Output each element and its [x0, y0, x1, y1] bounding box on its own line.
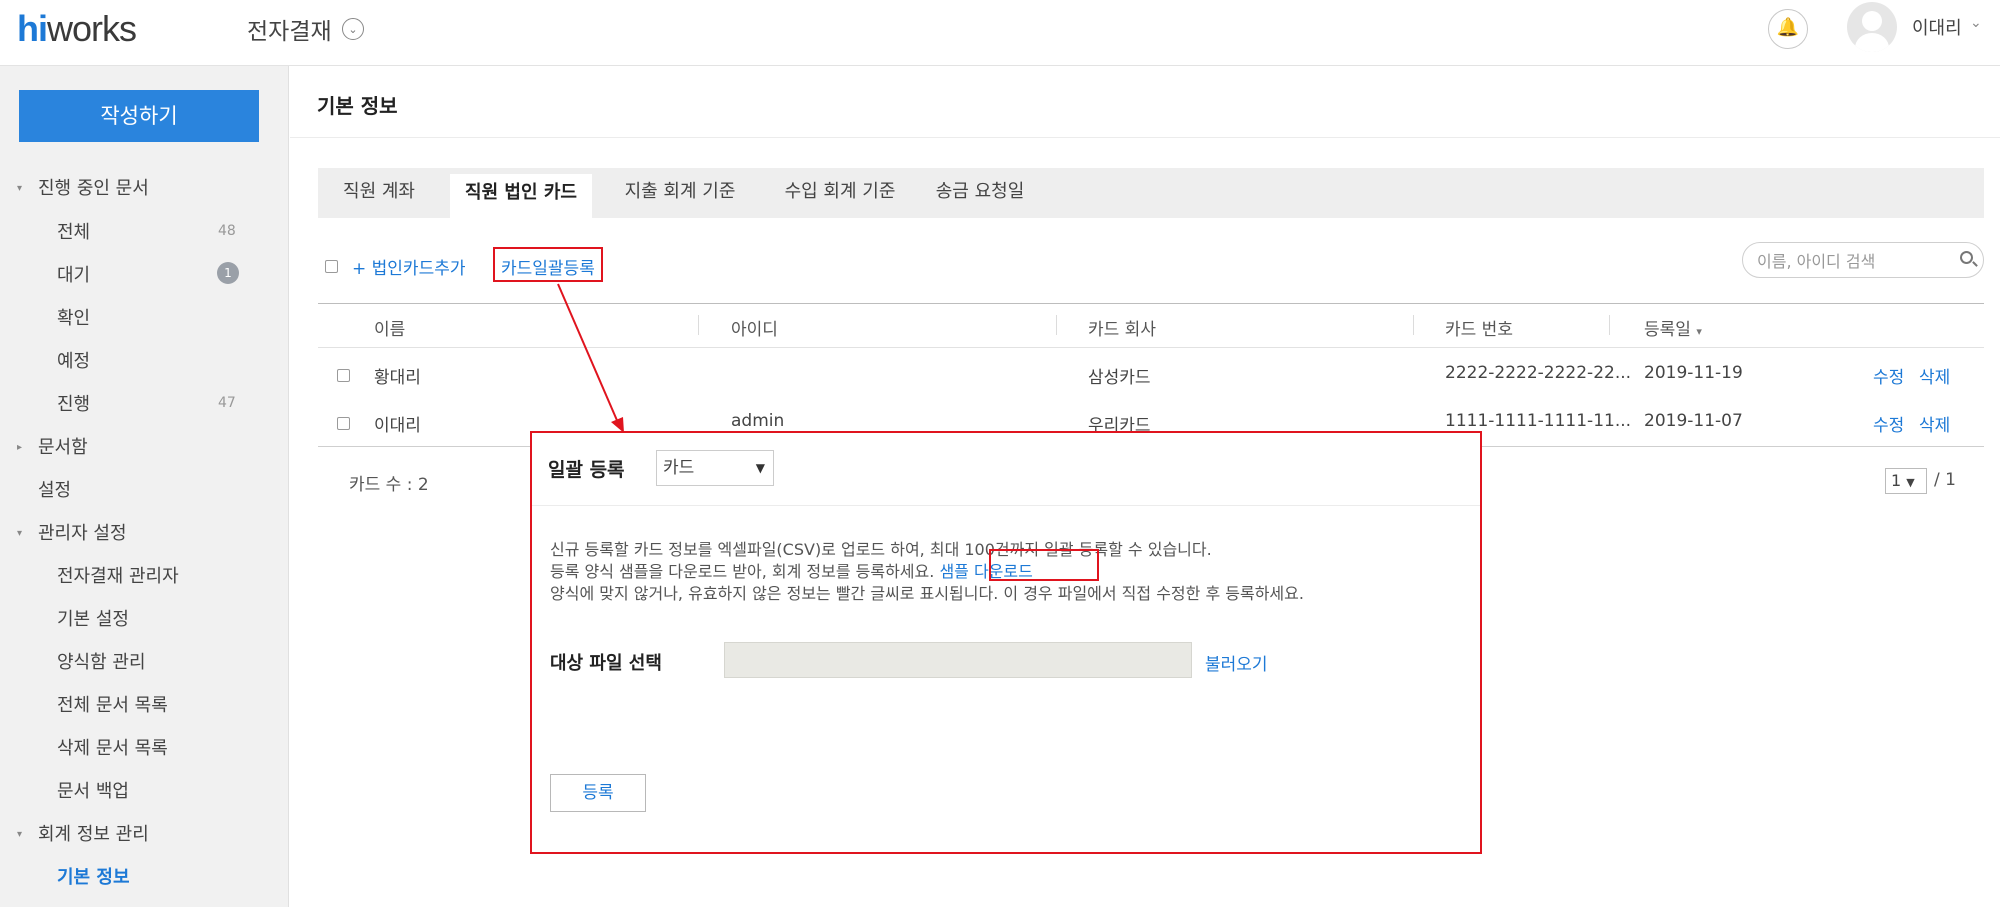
instruction-line-2-text: 등록 양식 샘플을 다운로드 받아, 회계 정보를 등록하세요.	[550, 562, 935, 581]
bulk-register-dialog: 일괄 등록 카드 ▼ 신규 등록할 카드 정보를 엑셀파일(CSV)로 업로드 하…	[530, 431, 1482, 854]
submit-button[interactable]: 등록	[550, 774, 646, 812]
file-path-field[interactable]	[724, 642, 1192, 678]
load-file-button[interactable]: 불러오기	[1205, 650, 1268, 675]
instruction-line-2: 등록 양식 샘플을 다운로드 받아, 회계 정보를 등록하세요. 샘플 다운로드	[550, 558, 1033, 582]
file-select-label: 대상 파일 선택	[550, 653, 662, 674]
chevron-down-icon: ▼	[755, 461, 765, 475]
divider	[532, 505, 1480, 506]
type-select[interactable]: 카드 ▼	[656, 450, 774, 486]
instruction-line-1: 신규 등록할 카드 정보를 엑셀파일(CSV)로 업로드 하여, 최대 100건…	[550, 540, 1212, 559]
dialog-title: 일괄 등록	[548, 459, 625, 481]
type-select-value: 카드	[663, 458, 695, 478]
instruction-line-3: 양식에 맞지 않거나, 유효하지 않은 정보는 빨간 글씨로 표시됩니다. 이 …	[550, 584, 1304, 603]
annotation-highlight-box	[989, 549, 1099, 581]
